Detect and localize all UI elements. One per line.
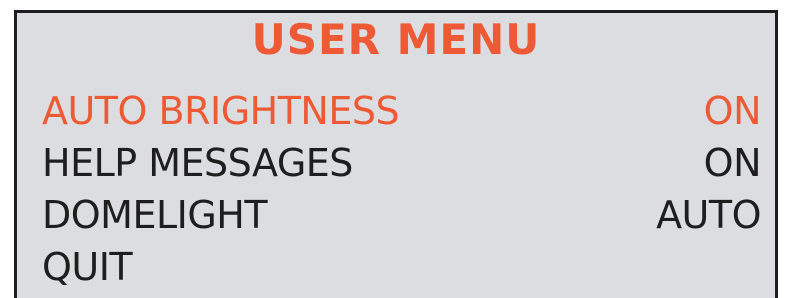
menu-item-value: ON: [703, 89, 762, 133]
menu-item-label: AUTO BRIGHTNESS: [42, 89, 400, 133]
menu-item-quit[interactable]: QUIT: [42, 241, 761, 293]
menu-item-domelight[interactable]: DOMELIGHT AUTO: [42, 189, 761, 241]
menu-item-label: QUIT: [42, 245, 133, 289]
user-menu-panel: USER MENU AUTO BRIGHTNESS ON HELP MESSAG…: [14, 10, 778, 298]
menu-title: USER MENU: [251, 15, 541, 64]
menu-item-value: AUTO: [656, 193, 761, 237]
menu-item-help-messages[interactable]: HELP MESSAGES ON: [42, 137, 762, 189]
menu-item-auto-brightness[interactable]: AUTO BRIGHTNESS ON: [42, 85, 762, 137]
menu-item-label: DOMELIGHT: [42, 193, 268, 237]
menu-item-value: ON: [703, 141, 762, 185]
menu-list: AUTO BRIGHTNESS ON HELP MESSAGES ON DOME…: [42, 85, 762, 293]
menu-item-label: HELP MESSAGES: [42, 141, 353, 185]
